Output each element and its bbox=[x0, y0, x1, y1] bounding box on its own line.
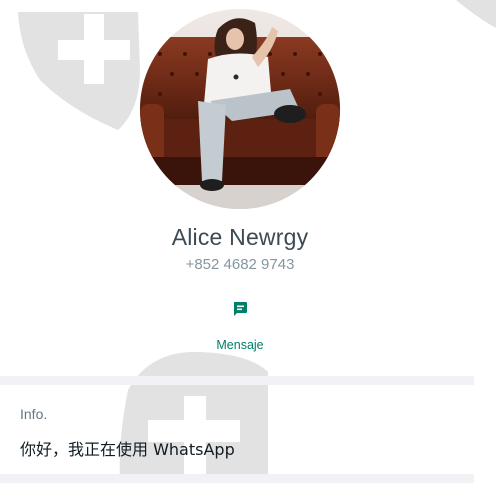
message-button[interactable]: Mensaje bbox=[200, 293, 280, 359]
message-icon bbox=[234, 302, 247, 316]
avatar[interactable] bbox=[140, 9, 340, 209]
contact-info-panel: Alice Newrgy +852 4682 9743 Mensaje Info… bbox=[0, 0, 496, 483]
about-label: Info. bbox=[20, 406, 48, 422]
contact-name: Alice Newrgy bbox=[171, 224, 309, 250]
section-divider bbox=[0, 474, 474, 483]
about-text: 你好，我正在使用 WhatsApp bbox=[20, 440, 235, 459]
section-divider bbox=[0, 376, 474, 385]
contact-phone: +852 4682 9743 bbox=[185, 256, 295, 273]
message-button-label: Mensaje bbox=[216, 338, 264, 352]
profile-photo-icon bbox=[140, 9, 340, 209]
